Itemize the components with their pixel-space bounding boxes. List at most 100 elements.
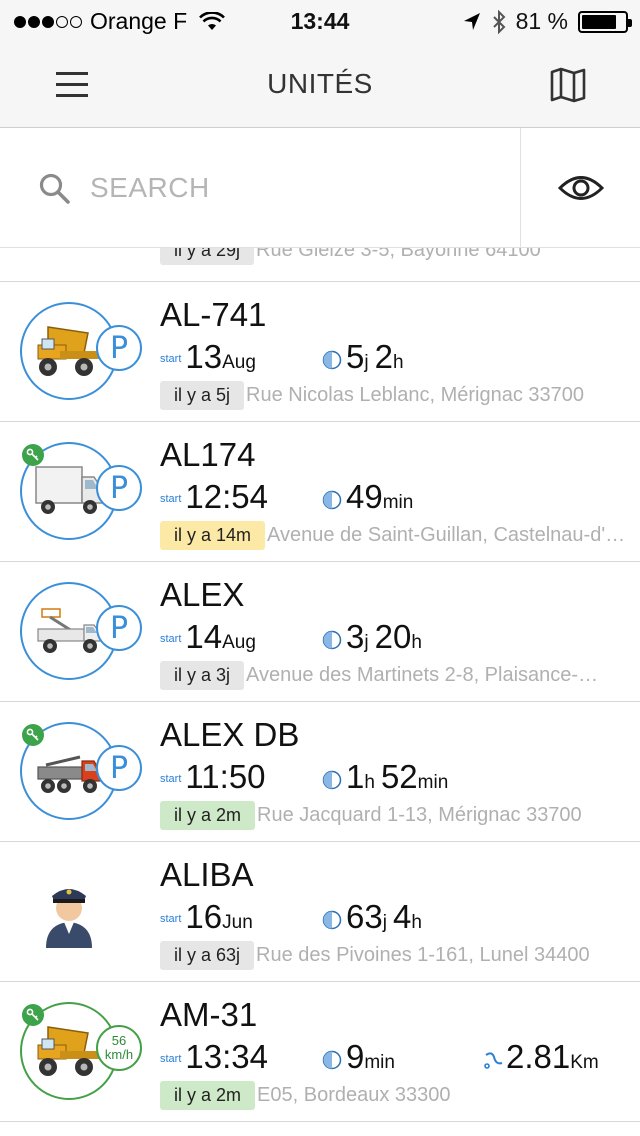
- search-field[interactable]: [0, 128, 521, 247]
- battery-fill: [582, 14, 617, 29]
- distance-value: 2.81: [506, 1038, 571, 1075]
- start-month: Aug: [222, 352, 256, 373]
- duration-pie-icon: [322, 350, 342, 370]
- duration-pie-icon: [322, 1050, 342, 1070]
- speed-badge: 56 km/h: [96, 1025, 142, 1071]
- eye-icon: [558, 175, 604, 200]
- start-value: 12:54: [185, 478, 268, 515]
- trip-distance: 2.81 Km: [482, 1038, 599, 1076]
- last-update-age: il y a 63j: [160, 941, 255, 970]
- bluetooth-icon: [492, 9, 505, 34]
- trip-duration: 9 min: [322, 1038, 395, 1076]
- duration-value: 63: [346, 898, 383, 935]
- stop-duration: 63 j 4 h: [322, 898, 422, 936]
- duration-value: 4: [392, 898, 412, 935]
- last-update-age: il y a 14m: [160, 521, 266, 550]
- driver-avatar-icon: [46, 889, 92, 948]
- box-truck-icon: [35, 466, 103, 514]
- unit-name: ALIBA: [160, 856, 254, 893]
- unit-address: Rue Nicolas Leblanc, Mérignac 33700: [246, 384, 585, 406]
- ignition-key-icon: [22, 724, 44, 746]
- search-icon: [39, 173, 70, 204]
- unit-address: Avenue des Martinets 2-8, Plaisance-…: [246, 664, 599, 686]
- last-update-age: il y a 2m: [160, 1081, 256, 1110]
- unit-name: AL174: [160, 436, 256, 473]
- ignition-key-icon: [22, 1004, 44, 1026]
- map-view-button[interactable]: [540, 62, 596, 108]
- duration-unit: min: [382, 492, 414, 513]
- stop-duration: 3 j 20 h: [322, 618, 422, 656]
- crane-truck-icon: [37, 755, 101, 793]
- aerial-lift-truck-icon: [37, 608, 101, 653]
- start-time: start 14 Aug: [160, 618, 256, 656]
- unit-avatar: [20, 862, 118, 960]
- map-icon: [550, 67, 586, 103]
- battery-icon: [578, 10, 632, 33]
- search-bar: [0, 128, 640, 248]
- start-value: 13: [185, 338, 223, 375]
- start-label: start: [160, 1053, 182, 1065]
- unit-address: Rue des Pivoines 1-161, Lunel 34400: [256, 944, 590, 966]
- list-item[interactable]: P ALEX DB start 11:50 1 h 52 min il y a …: [0, 702, 640, 842]
- list-item[interactable]: 56 km/h AM-31 start 13:34 9 min 2.81 Km …: [0, 982, 640, 1122]
- stop-duration: 5 j 2 h: [322, 338, 404, 376]
- start-value: 16: [185, 898, 223, 935]
- list-item-partial[interactable]: il y a 29j Rue Gleize 3-5, Bayonne 64100: [0, 248, 640, 282]
- duration-unit: h: [364, 772, 375, 793]
- navigation-bar: UNITÉS: [0, 40, 640, 128]
- list-item[interactable]: ALIBA start 16 Jun 63 j 4 h il y a 63j R…: [0, 842, 640, 982]
- unit-name: ALEX: [160, 576, 245, 613]
- age-address-line: il y a 63j Rue des Pivoines 1-161, Lunel…: [160, 941, 636, 970]
- start-value: 13:34: [185, 1038, 268, 1075]
- start-label: start: [160, 353, 182, 365]
- stop-duration: 49 min: [322, 478, 413, 516]
- parked-badge: P: [96, 465, 142, 511]
- parked-badge: P: [96, 605, 142, 651]
- list-item[interactable]: P AL-741 start 13 Aug 5 j 2 h il y a 5j …: [0, 282, 640, 422]
- last-update-age: il y a 2m: [160, 801, 256, 830]
- age-address-line: il y a 5j Rue Nicolas Leblanc, Mérignac …: [160, 381, 636, 410]
- start-label: start: [160, 773, 182, 785]
- unit-name: AL-741: [160, 296, 267, 333]
- duration-value: 49: [346, 478, 383, 515]
- unit-address: Rue Gleize 3-5, Bayonne 64100: [256, 248, 541, 261]
- start-time: start 12:54: [160, 478, 268, 516]
- search-input[interactable]: [90, 164, 490, 212]
- start-label: start: [160, 493, 182, 505]
- age-address-line: il y a 2m Rue Jacquard 1-13, Mérignac 33…: [160, 801, 636, 830]
- start-time: start 13 Aug: [160, 338, 256, 376]
- start-value: 11:50: [185, 758, 266, 795]
- duration-value: 2: [374, 338, 393, 375]
- duration-pie-icon: [322, 630, 342, 650]
- start-time: start 13:34: [160, 1038, 268, 1076]
- list-item[interactable]: P ALEX start 14 Aug 3 j 20 h il y a 3j A…: [0, 562, 640, 702]
- units-list: il y a 29j Rue Gleize 3-5, Bayonne 64100…: [0, 248, 640, 1136]
- parked-badge: P: [96, 745, 142, 791]
- duration-value: 5: [346, 338, 365, 375]
- start-label: start: [160, 913, 182, 925]
- stop-duration: 1 h 52 min: [322, 758, 448, 796]
- start-label: start: [160, 633, 182, 645]
- distance-unit: Km: [570, 1052, 599, 1073]
- duration-unit: h: [411, 632, 422, 653]
- status-right: 81 %: [462, 8, 632, 35]
- last-update-age: il y a 3j: [160, 661, 245, 690]
- dump-truck-icon: [37, 326, 100, 376]
- unit-address: E05, Bordeaux 33300: [257, 1084, 451, 1106]
- start-value: 14: [185, 618, 223, 655]
- last-update-age: il y a 29j: [160, 248, 255, 265]
- speed-unit: km/h: [104, 1047, 134, 1062]
- duration-unit: j: [364, 632, 369, 653]
- duration-unit: min: [417, 772, 449, 793]
- duration-value: 1: [346, 758, 365, 795]
- duration-value: 9: [346, 1038, 365, 1075]
- unit-name: AM-31: [160, 996, 258, 1033]
- duration-value: 3: [346, 618, 365, 655]
- list-item[interactable]: P AL174 start 12:54 49 min il y a 14m Av…: [0, 422, 640, 562]
- duration-unit: min: [364, 1052, 395, 1073]
- duration-value: 20: [374, 618, 412, 655]
- status-bar: Orange F 13:44 81 %: [0, 0, 640, 40]
- last-update-age: il y a 5j: [160, 381, 245, 410]
- visibility-toggle-button[interactable]: [522, 128, 640, 247]
- duration-pie-icon: [322, 910, 342, 930]
